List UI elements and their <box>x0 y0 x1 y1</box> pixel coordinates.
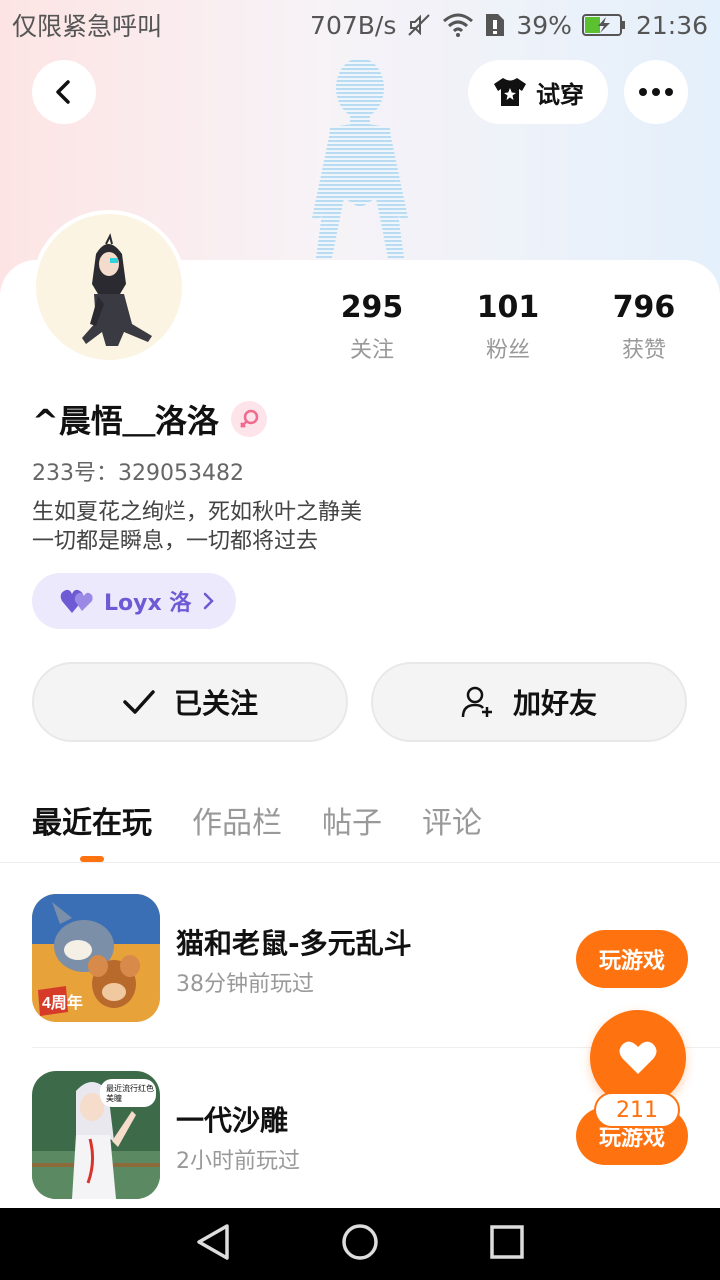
list-item[interactable]: 4周年 猫和老鼠-多元乱斗 38分钟前玩过 玩游戏 <box>32 894 720 1024</box>
more-button[interactable] <box>624 60 688 124</box>
add-user-icon <box>461 686 492 718</box>
battery-charging-icon <box>581 13 626 37</box>
circle-home-icon <box>342 1224 378 1260</box>
game-name: 一代沙雕 <box>176 1104 289 1137</box>
check-icon <box>123 690 155 714</box>
try-on-button[interactable]: 试穿 <box>468 60 608 124</box>
stat-following[interactable]: 295 关注 <box>304 288 440 364</box>
like-count: 211 <box>594 1092 680 1128</box>
svg-text:最近流行红色: 最近流行红色 <box>106 1083 154 1093</box>
add-friend-button[interactable]: 加好友 <box>371 662 687 742</box>
system-navigation-bar <box>0 1208 720 1280</box>
sim-alert-icon <box>484 12 506 38</box>
svg-text:美瞳: 美瞳 <box>106 1093 122 1103</box>
avatar-3d-figure <box>312 58 408 258</box>
female-icon <box>230 401 267 437</box>
try-on-label: 试穿 <box>536 80 584 109</box>
stat-label: 粉丝 <box>485 338 530 363</box>
more-dots-icon <box>639 88 673 96</box>
game-name: 猫和老鼠-多元乱斗 <box>176 927 412 960</box>
stat-followers[interactable]: 101 粉丝 <box>440 288 576 364</box>
game-icon: 最近流行红色 美瞳 <box>32 1071 160 1199</box>
nickname: ^晨悟＿洛洛 <box>32 402 219 440</box>
add-friend-label: 加好友 <box>512 687 597 720</box>
tag-label: Loyx 洛 <box>104 591 192 616</box>
followed-button[interactable]: 已关注 <box>32 662 348 742</box>
svg-text:4周年: 4周年 <box>42 993 83 1012</box>
clock: 21:36 <box>635 10 708 40</box>
stat-label: 关注 <box>349 338 394 363</box>
divider <box>0 862 720 863</box>
tab-comments[interactable]: 评论 <box>422 798 482 842</box>
triangle-back-icon <box>196 1224 229 1260</box>
wifi-icon <box>442 12 474 38</box>
profile-tabs: 最近在玩 作品栏 帖子 评论 <box>32 798 482 842</box>
play-game-button[interactable]: 玩游戏 <box>576 930 688 988</box>
bio: 生如夏花之绚烂，死如秋叶之静美 一切都是瞬息，一切都将过去 <box>32 498 362 556</box>
user-id: 233号：329053482 <box>32 461 244 486</box>
stat-value: 101 <box>476 290 540 325</box>
last-played-time: 2小时前玩过 <box>176 1149 300 1174</box>
tab-works[interactable]: 作品栏 <box>192 798 282 842</box>
heart-icon <box>619 1041 657 1074</box>
relationship-tag[interactable]: Loyx 洛 <box>32 573 236 629</box>
chevron-right-icon <box>204 592 215 610</box>
double-heart-icon <box>60 589 93 613</box>
stat-value: 295 <box>340 290 404 325</box>
mute-icon <box>406 12 432 38</box>
stat-likes[interactable]: 796 获赞 <box>576 288 712 364</box>
nav-home-button[interactable] <box>340 1222 380 1266</box>
avatar-character-image <box>82 233 152 346</box>
stat-value: 796 <box>612 290 676 325</box>
status-carrier-text: 仅限紧急呼叫 <box>12 12 163 41</box>
bio-line: 生如夏花之绚烂，死如秋叶之静美 <box>32 500 363 525</box>
bio-line: 一切都是瞬息，一切都将过去 <box>32 529 319 554</box>
profile-stats: 295 关注 101 粉丝 796 获赞 <box>304 288 712 364</box>
game-icon: 4周年 <box>32 894 160 1022</box>
tshirt-icon <box>494 78 526 106</box>
nav-recents-button[interactable] <box>489 1224 525 1264</box>
status-bar: 仅限紧急呼叫 707B/s 39% 21:36 <box>0 0 720 50</box>
tab-recently-played[interactable]: 最近在玩 <box>32 798 152 842</box>
tab-posts[interactable]: 帖子 <box>322 798 382 842</box>
nav-back-button[interactable] <box>195 1222 231 1266</box>
network-speed: 707B/s <box>310 10 397 40</box>
followed-label: 已关注 <box>173 687 258 720</box>
battery-percent: 39% <box>516 10 572 40</box>
stat-label: 获赞 <box>621 338 666 363</box>
nickname-row: ^晨悟＿洛洛 <box>32 396 267 442</box>
last-played-time: 38分钟前玩过 <box>176 972 314 997</box>
chevron-left-icon <box>56 80 70 104</box>
back-button[interactable] <box>32 60 96 124</box>
avatar[interactable] <box>32 210 186 364</box>
square-recents-icon <box>490 1225 525 1259</box>
